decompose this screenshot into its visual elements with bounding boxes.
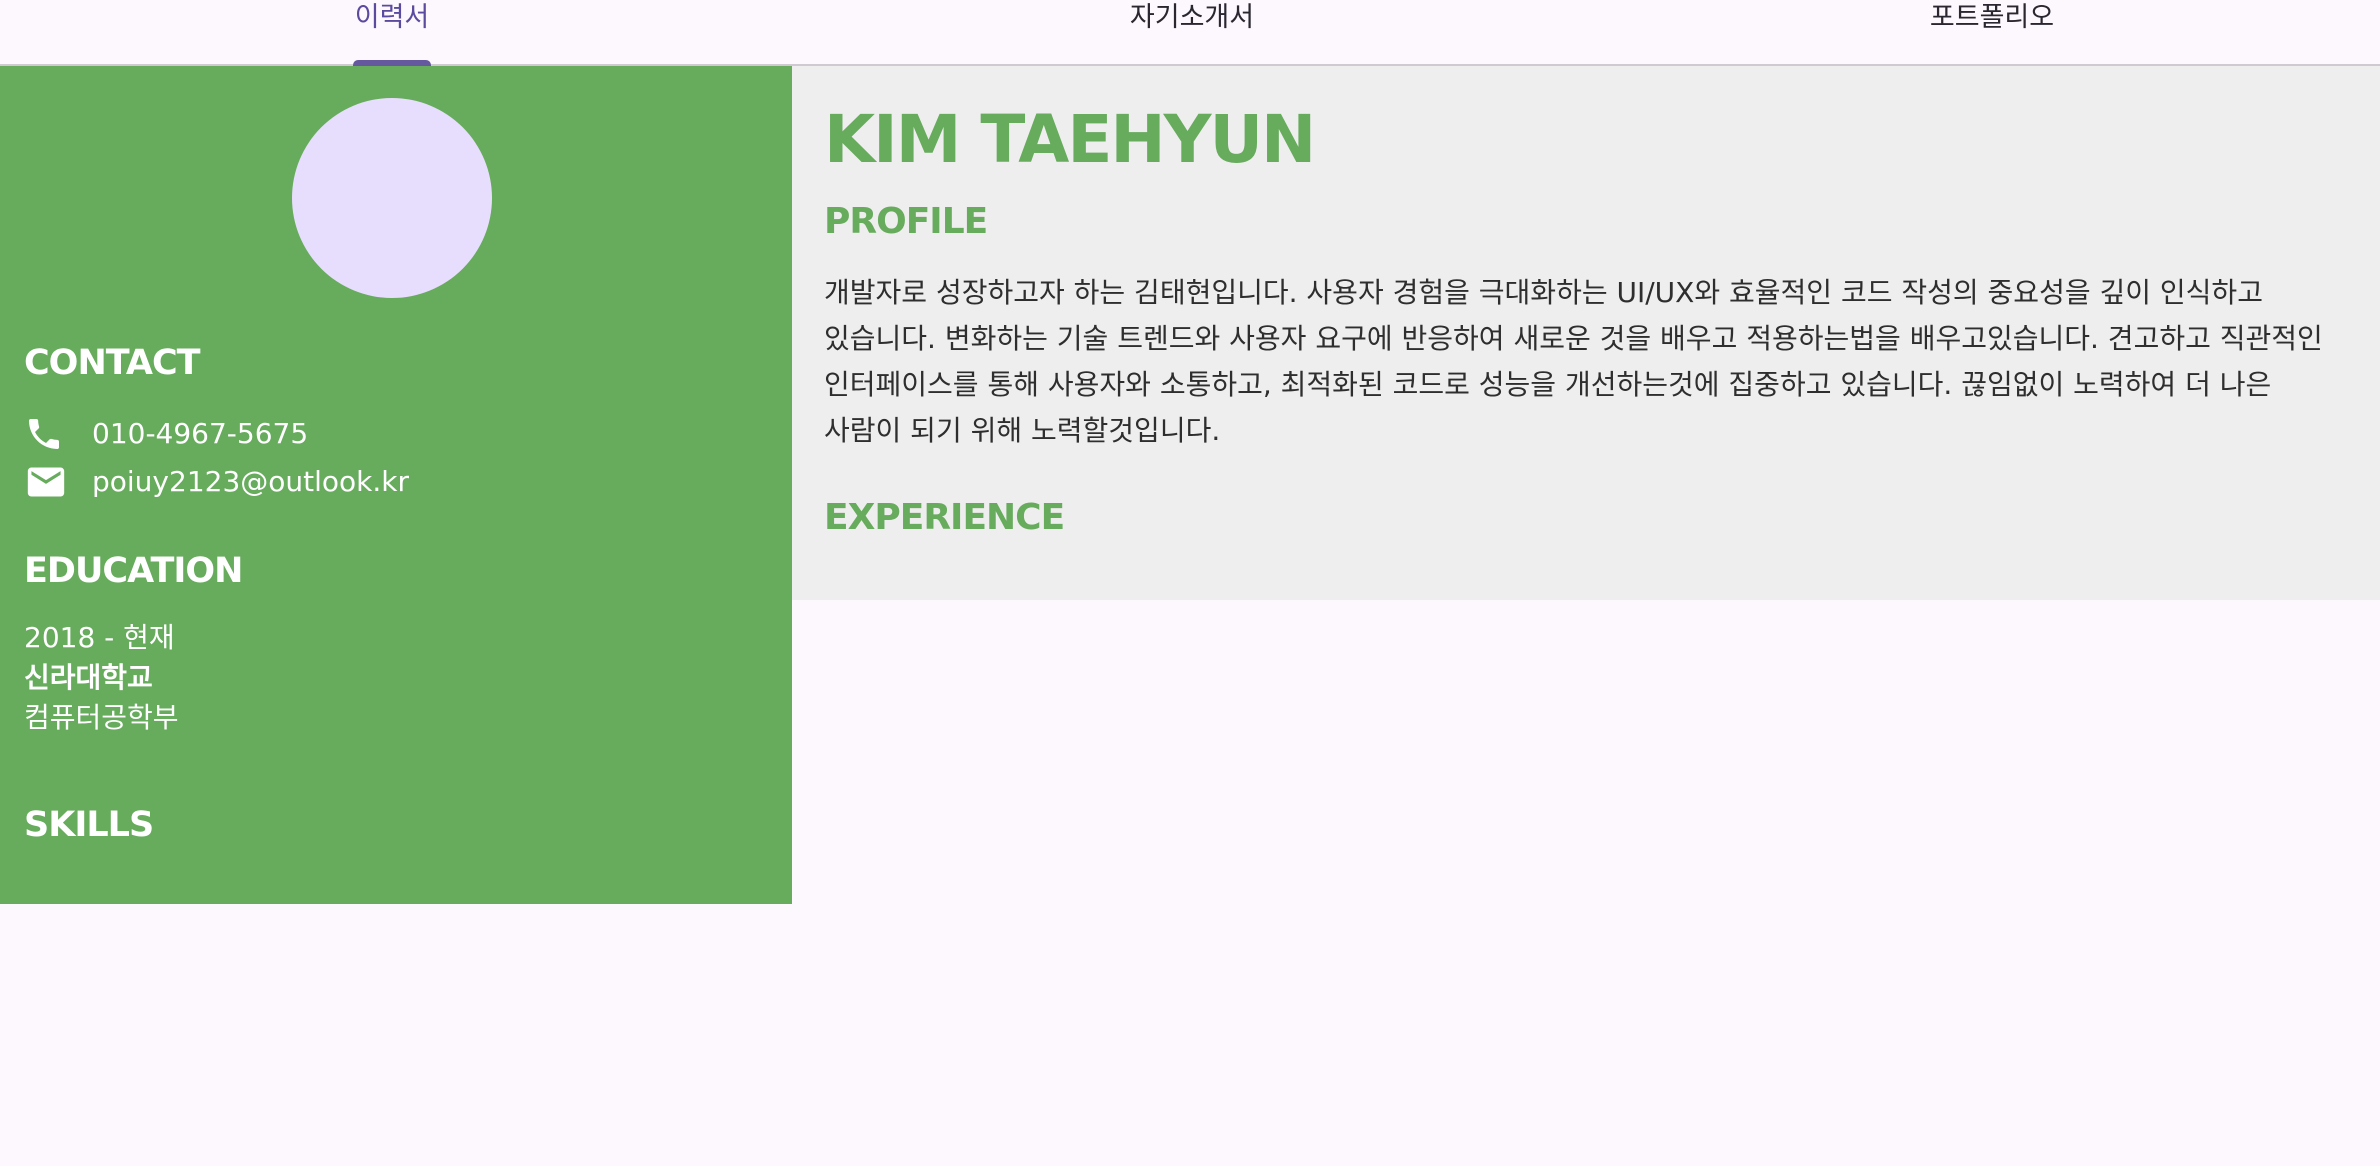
contact-phone-row: 010-4967-5675 bbox=[24, 412, 308, 456]
phone-icon bbox=[24, 412, 70, 456]
contact-heading: CONTACT bbox=[24, 343, 201, 383]
education-major: 컴퓨터공학부 bbox=[24, 701, 179, 734]
avatar bbox=[292, 98, 492, 298]
tab-resume[interactable]: 이력서 bbox=[300, 0, 484, 66]
mail-icon bbox=[24, 460, 70, 504]
phone-number: 010-4967-5675 bbox=[92, 417, 309, 450]
tab-label: 이력서 bbox=[354, 2, 430, 33]
tab-label: 자기소개서 bbox=[1129, 2, 1255, 33]
profile-heading: PROFILE bbox=[824, 201, 988, 242]
education-heading: EDUCATION bbox=[24, 551, 243, 591]
skills-heading: SKILLS bbox=[24, 805, 154, 845]
resume-sidebar: CONTACT 010-4967-5675 poiuy2123@outlook.… bbox=[0, 66, 792, 904]
tab-bar: 이력서 자기소개서 포트폴리오 bbox=[0, 0, 2380, 66]
contact-email-row: poiuy2123@outlook.kr bbox=[24, 460, 409, 504]
profile-text: 개발자로 성장하고자 하는 김태현입니다. 사용자 경험을 극대화하는 UI/U… bbox=[824, 276, 2323, 447]
tab-label: 포트폴리오 bbox=[1929, 2, 2055, 33]
email-address: poiuy2123@outlook.kr bbox=[92, 465, 409, 498]
experience-heading: EXPERIENCE bbox=[824, 497, 1065, 538]
person-name: KIM TAEHYUN bbox=[824, 101, 1316, 178]
education-period: 2018 - 현재 bbox=[24, 621, 175, 654]
resume-main: KIM TAEHYUN PROFILE 개발자로 성장하고자 하는 김태현입니다… bbox=[792, 66, 2380, 600]
tab-cover-letter[interactable]: 자기소개서 bbox=[1100, 0, 1284, 64]
tab-portfolio[interactable]: 포트폴리오 bbox=[1900, 0, 2084, 64]
education-school: 신라대학교 bbox=[24, 661, 153, 694]
